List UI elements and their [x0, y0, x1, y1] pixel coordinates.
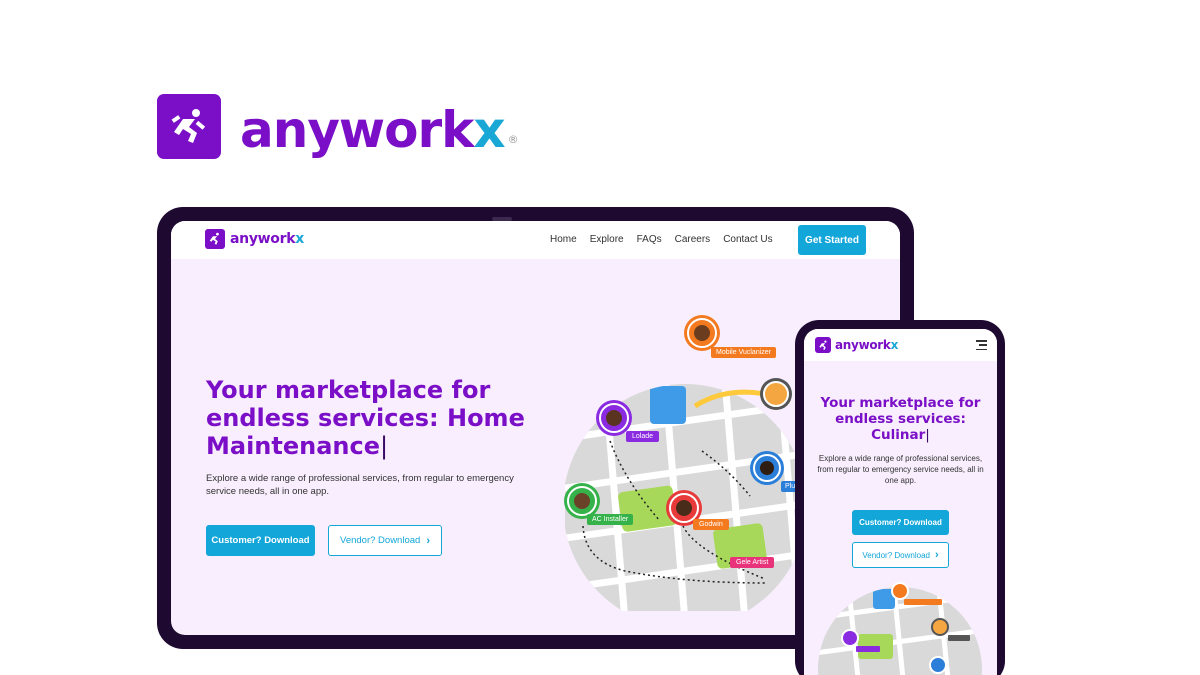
- typing-caret: |: [380, 432, 389, 460]
- get-started-button[interactable]: Get Started: [798, 225, 866, 255]
- pin-ac-installer: AC Installer: [567, 486, 634, 525]
- hero-title-text: Your marketplace for endless services: H…: [206, 376, 525, 460]
- avatar: [599, 403, 629, 433]
- vendor-download-label: Vendor? Download: [340, 535, 421, 546]
- pin-label: Godwin: [693, 519, 729, 530]
- brand-name-x: x: [890, 338, 899, 352]
- tablet-screen: anyworkx Home Explore FAQs Careers Conta…: [171, 221, 900, 635]
- pin-label: Lolade: [626, 431, 660, 442]
- pin-orange-man: [763, 381, 789, 407]
- top-navigation: anyworkx Home Explore FAQs Careers Conta…: [171, 221, 900, 259]
- pin-lolade: Lolade: [599, 403, 660, 442]
- showcase-canvas: anywork x ® anyworkx Home Explore FAQs Car…: [0, 0, 1200, 675]
- phone-hero-title-text: Your marketplace for endless services: C…: [820, 395, 981, 443]
- pin-label: AC Installer: [587, 514, 634, 525]
- phone-map-illustration: [818, 579, 983, 675]
- nav-link-home[interactable]: Home: [550, 234, 577, 245]
- phone-hero-title: Your marketplace for endless services: C…: [814, 395, 987, 443]
- brand-logo-icon: [205, 229, 225, 249]
- chevron-right-icon: ›: [426, 534, 430, 547]
- brand-name-x: x: [473, 101, 505, 159]
- typing-caret: |: [925, 427, 930, 443]
- registered-symbol: ®: [507, 133, 519, 146]
- pin-label: Gele Artist: [730, 557, 775, 568]
- nav-link-faqs[interactable]: FAQs: [637, 234, 662, 245]
- nav-wordmark: anyworkx: [835, 338, 898, 352]
- brand-name: anywork: [835, 338, 891, 352]
- customer-download-button[interactable]: Customer? Download: [206, 525, 315, 556]
- menu-icon[interactable]: [976, 340, 987, 350]
- customer-download-button[interactable]: Customer? Download: [852, 510, 949, 535]
- phone-navigation: anyworkx: [804, 329, 997, 361]
- vendor-download-button[interactable]: Vendor? Download ›: [328, 525, 442, 556]
- nav-links: Home Explore FAQs Careers Contact Us: [550, 234, 786, 245]
- pin-plumber: Plum: [753, 454, 805, 492]
- pin-godwin: Godwin: [669, 493, 729, 530]
- hero-title: Your marketplace for endless services: H…: [206, 376, 536, 460]
- nav-logo[interactable]: anyworkx: [815, 337, 898, 353]
- nav-link-contact-us[interactable]: Contact Us: [723, 234, 772, 245]
- vendor-download-button[interactable]: Vendor? Download ›: [852, 542, 949, 568]
- phone-hero-subtitle: Explore a wide range of professional ser…: [817, 454, 984, 485]
- avatar: [753, 454, 781, 482]
- vendor-download-label: Vendor? Download: [862, 550, 930, 560]
- hero-subtitle: Explore a wide range of professional ser…: [206, 473, 514, 497]
- nav-link-careers[interactable]: Careers: [675, 234, 711, 245]
- pin-label: Mobile Vuclanizer: [711, 347, 776, 358]
- brand-wordmark: anywork x ®: [240, 101, 519, 159]
- avatar: [567, 486, 597, 516]
- avatar: [687, 318, 717, 348]
- chevron-right-icon: ›: [934, 549, 939, 561]
- brand-logo-icon: [157, 94, 221, 159]
- phone-screen: anyworkx Your marketplace for endless se…: [804, 329, 997, 675]
- brand-name: anywork: [240, 101, 474, 159]
- pin-gele-artist: Gele Artist: [730, 557, 775, 568]
- brand-name: anywork: [230, 231, 296, 247]
- nav-wordmark: anyworkx: [230, 231, 304, 247]
- nav-logo[interactable]: anyworkx: [205, 229, 304, 249]
- brand-logo-icon: [815, 337, 831, 353]
- nav-link-explore[interactable]: Explore: [590, 234, 624, 245]
- brand-name-x: x: [295, 231, 304, 247]
- pin-mobile-vuclanizer: Mobile Vuclanizer: [687, 318, 776, 358]
